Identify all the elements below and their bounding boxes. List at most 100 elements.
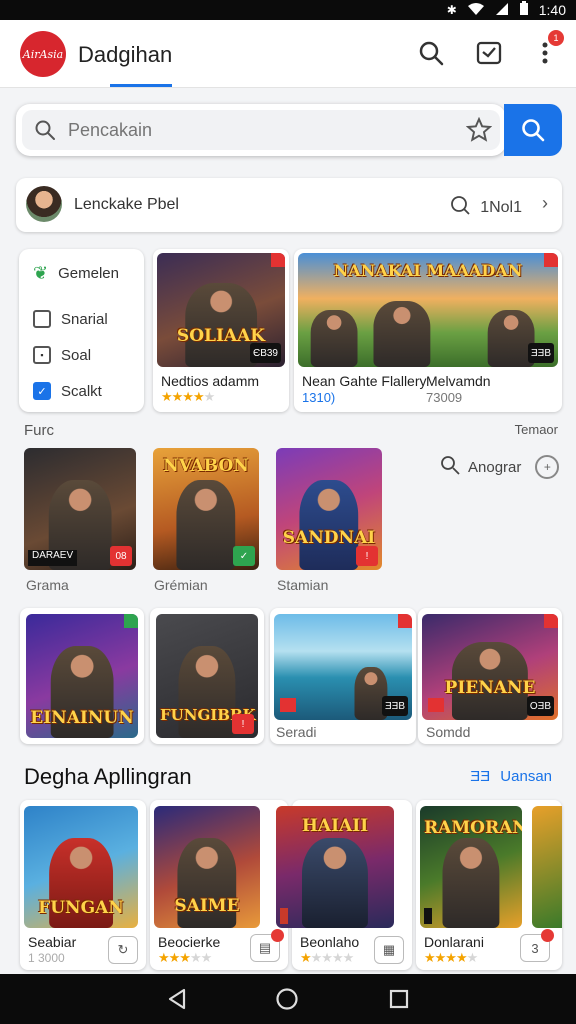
gift-icon[interactable]: ▤ bbox=[250, 929, 284, 962]
game-artwork[interactable]: NVABON ✓ bbox=[153, 448, 259, 570]
section-label-right[interactable]: Temaor bbox=[515, 422, 558, 437]
filter-item-scalkt[interactable]: ✓ Scalkt bbox=[33, 379, 102, 403]
featured-game-card[interactable]: SOLIAAK ЄB39 Nedtios adamm ★★★★★ bbox=[153, 249, 289, 412]
game-art-text: EINAINUN bbox=[30, 708, 134, 728]
app-card[interactable]: RAMORAN Donlarani ★★★★★ 3 bbox=[416, 800, 562, 970]
checkbox-partial-icon[interactable]: ▪ bbox=[33, 346, 51, 364]
filter-label: Soal bbox=[61, 346, 92, 364]
sort-angle-control[interactable]: Anograr + bbox=[440, 455, 560, 479]
more-menu-icon[interactable]: 1 bbox=[530, 30, 564, 68]
game-character bbox=[185, 282, 257, 367]
app-card[interactable]: SAIME Beocierke ★★★★★ ▤ bbox=[150, 800, 288, 970]
checkbox-icon[interactable] bbox=[33, 310, 51, 328]
featured-game-card[interactable]: NANAKAI MAAADAN ƎƎB Nean Gahte Flallery … bbox=[294, 249, 562, 412]
add-circle-icon[interactable]: + bbox=[535, 455, 560, 479]
game-artwork: HAIAII bbox=[276, 806, 394, 928]
profile-row[interactable]: Lenckake Pbel 1Nol1 › bbox=[16, 178, 562, 232]
filter-item-soal[interactable]: ▪ Soal bbox=[33, 343, 91, 367]
filter-item-snarial[interactable]: Snarial bbox=[33, 307, 108, 331]
game-artwork: EINAINUN bbox=[26, 614, 138, 738]
price-badge: OƎB bbox=[526, 696, 554, 716]
game-card[interactable]: ƎƎB Seradi bbox=[270, 608, 416, 744]
game-character bbox=[299, 479, 359, 570]
home-icon[interactable] bbox=[274, 986, 300, 1012]
checkbox-checked-icon[interactable]: ✓ bbox=[33, 382, 51, 400]
search-button[interactable] bbox=[504, 104, 562, 156]
game-label: Seradi bbox=[276, 724, 317, 740]
price-badge bbox=[424, 908, 432, 924]
game-badge: 08 bbox=[110, 546, 132, 566]
filter-label: Gemelen bbox=[58, 264, 119, 282]
badge-count-icon[interactable]: 3 bbox=[520, 929, 554, 962]
game-artwork[interactable]: DARAEV 08 bbox=[24, 448, 136, 570]
game-character bbox=[176, 479, 236, 570]
app-card[interactable]: FUNGAN Seabiar 1 3000 ↻ bbox=[20, 800, 146, 970]
corner-flag-icon bbox=[398, 614, 412, 628]
see-all-link[interactable]: ƎƎ Uansan bbox=[470, 768, 552, 785]
game-art-text: HAIAII bbox=[301, 816, 369, 836]
app-card[interactable]: HAIAII Beonlaho ★★★★★ ▦ bbox=[276, 800, 412, 970]
game-card[interactable]: PIENANE OƎB Somdd bbox=[418, 608, 562, 744]
game-artwork: PIENANE OƎB bbox=[422, 614, 558, 720]
profile-name: Lenckake Pbel bbox=[74, 196, 179, 213]
game-artwork: FUNGIBBK ! bbox=[156, 614, 258, 738]
status-time: 1:40 bbox=[538, 2, 566, 18]
app-logo[interactable]: AirAsia bbox=[20, 31, 66, 77]
chevron-right-icon: › bbox=[542, 193, 548, 213]
game-badge: ! bbox=[356, 546, 378, 566]
profile-count: 1Nol1 bbox=[450, 195, 522, 220]
section-label: Furc bbox=[24, 422, 54, 439]
refresh-icon[interactable]: ↻ bbox=[108, 936, 138, 964]
game-artwork[interactable]: SANDNAI ! bbox=[276, 448, 382, 570]
game-artwork-partial bbox=[532, 806, 562, 928]
rating-stars: ★★★★★ bbox=[300, 950, 354, 965]
game-subtitle-secondary: 73009 bbox=[426, 390, 463, 405]
bluetooth-icon: ✱ bbox=[446, 3, 457, 17]
corner-flag-icon bbox=[544, 253, 558, 267]
promo-tag bbox=[280, 698, 296, 712]
status-bar: ✱ 1:40 bbox=[0, 0, 576, 20]
game-artwork: SOLIAAK ЄB39 bbox=[157, 253, 285, 367]
game-character bbox=[373, 300, 431, 367]
search-icon[interactable] bbox=[416, 38, 446, 68]
checkbox-inbox-icon[interactable] bbox=[474, 38, 504, 68]
game-character bbox=[310, 310, 358, 367]
game-character bbox=[442, 837, 500, 928]
game-badge: ! bbox=[232, 714, 254, 734]
game-art-text: FUNGAN bbox=[38, 898, 124, 918]
search-count-icon bbox=[450, 195, 470, 220]
app-title: Beocierke bbox=[158, 934, 221, 950]
notification-dot bbox=[271, 929, 284, 942]
price-badge bbox=[280, 908, 288, 924]
game-label: Somdd bbox=[426, 724, 471, 740]
game-card[interactable]: FUNGIBBK ! bbox=[150, 608, 264, 744]
rating-stars: ★★★★★ bbox=[161, 389, 215, 404]
favorite-star-icon[interactable] bbox=[465, 116, 493, 148]
game-label: Grama bbox=[26, 577, 69, 593]
price-badge: ƎƎB bbox=[381, 696, 408, 716]
game-artwork: ƎƎB bbox=[274, 614, 412, 720]
recents-icon[interactable] bbox=[386, 986, 412, 1012]
corner-flag-icon bbox=[124, 614, 138, 628]
signal-icon bbox=[495, 2, 509, 19]
wifi-icon bbox=[467, 2, 485, 19]
title-underline bbox=[110, 84, 172, 87]
game-art-text: RAMORAN bbox=[424, 818, 522, 838]
price-badge: ƎƎB bbox=[527, 343, 554, 363]
filter-item-gemelen[interactable]: ❦ Gemelen bbox=[33, 261, 119, 285]
calendar-icon[interactable]: ▦ bbox=[374, 936, 404, 964]
game-label: Grémian bbox=[154, 577, 208, 593]
system-nav-bar bbox=[0, 974, 576, 1024]
game-card[interactable]: EINAINUN bbox=[20, 608, 144, 744]
game-subtitle: 1310) bbox=[302, 390, 336, 405]
game-character bbox=[178, 646, 236, 738]
logo-text: AirAsia bbox=[22, 47, 64, 61]
rating-stars: ★★★★★ bbox=[424, 950, 478, 965]
rating-stars: ★★★★★ bbox=[158, 950, 212, 965]
section-title: Degha Apllingran bbox=[24, 764, 192, 789]
search-input[interactable] bbox=[68, 116, 448, 144]
search-small-icon bbox=[440, 455, 460, 479]
app-subtitle: 1 3000 bbox=[28, 951, 65, 965]
angle-label: Anograr bbox=[468, 458, 522, 476]
back-icon[interactable] bbox=[164, 986, 190, 1012]
